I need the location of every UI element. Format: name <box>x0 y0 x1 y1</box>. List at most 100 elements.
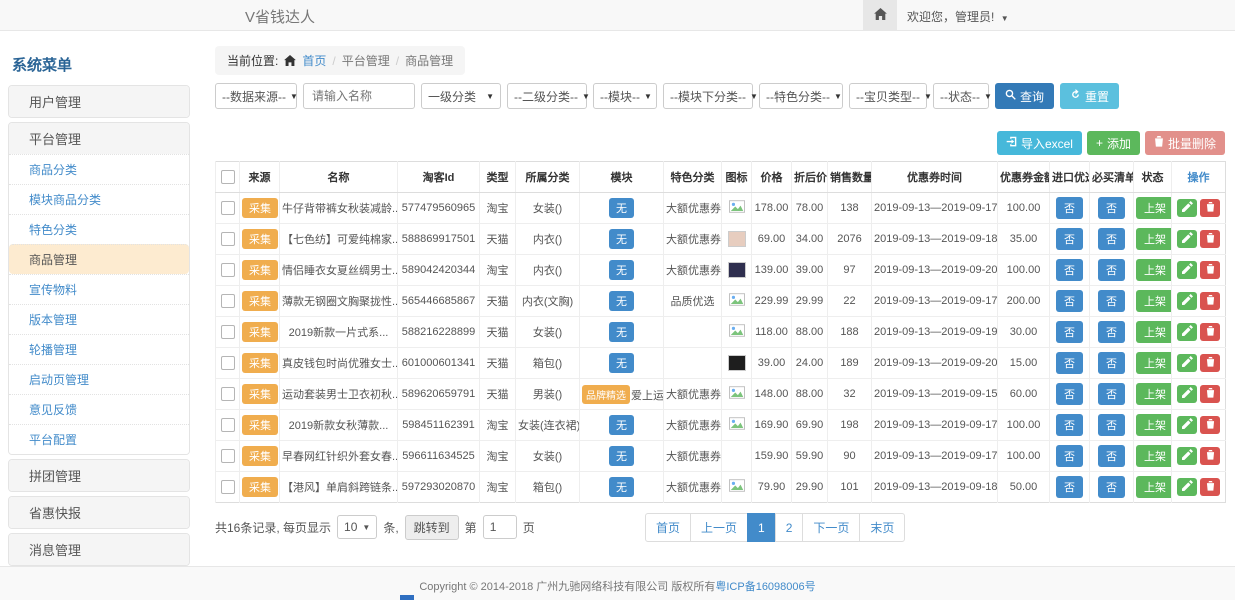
import-toggle-button[interactable]: 否 <box>1056 414 1083 436</box>
edit-button[interactable] <box>1177 354 1197 372</box>
import-toggle-button[interactable]: 否 <box>1056 228 1083 250</box>
import-excel-button[interactable]: 导入excel <box>997 131 1082 155</box>
must-buy-toggle-button[interactable]: 否 <box>1098 445 1125 467</box>
page-prev-button[interactable]: 上一页 <box>690 513 748 542</box>
sidebar-item-platform-config[interactable]: 平台配置 <box>9 424 189 454</box>
row-checkbox[interactable] <box>221 263 235 277</box>
status-button[interactable]: 上架 <box>1136 445 1172 467</box>
sidebar-item-promo-materials[interactable]: 宣传物料 <box>9 274 189 304</box>
edit-button[interactable] <box>1177 230 1197 248</box>
jump-button[interactable]: 跳转到 <box>405 515 459 540</box>
sidebar-item-platform-mgmt[interactable]: 平台管理 <box>9 123 189 154</box>
delete-button[interactable] <box>1200 292 1220 310</box>
import-toggle-button[interactable]: 否 <box>1056 445 1083 467</box>
home-button[interactable] <box>863 0 897 30</box>
import-toggle-button[interactable]: 否 <box>1056 259 1083 281</box>
status-button[interactable]: 上架 <box>1136 197 1172 219</box>
delete-button[interactable] <box>1200 478 1220 496</box>
row-checkbox[interactable] <box>221 294 235 308</box>
feature-category-filter[interactable]: --特色分类--▼ <box>759 83 843 109</box>
status-button[interactable]: 上架 <box>1136 259 1172 281</box>
sidebar-item-group-buy-mgmt[interactable]: 拼团管理 <box>9 460 189 491</box>
import-toggle-button[interactable]: 否 <box>1056 290 1083 312</box>
status-button[interactable]: 上架 <box>1136 290 1172 312</box>
row-checkbox[interactable] <box>221 418 235 432</box>
import-toggle-button[interactable]: 否 <box>1056 352 1083 374</box>
edit-button[interactable] <box>1177 261 1197 279</box>
name-search-input[interactable] <box>303 83 415 109</box>
add-button[interactable]: + 添加 <box>1087 131 1140 155</box>
sidebar-item-saving-express[interactable]: 省惠快报 <box>9 497 189 528</box>
must-buy-toggle-button[interactable]: 否 <box>1098 290 1125 312</box>
import-toggle-button[interactable]: 否 <box>1056 197 1083 219</box>
import-toggle-button[interactable]: 否 <box>1056 383 1083 405</box>
must-buy-toggle-button[interactable]: 否 <box>1098 476 1125 498</box>
row-checkbox[interactable] <box>221 232 235 246</box>
sidebar-item-splash-mgmt[interactable]: 启动页管理 <box>9 364 189 394</box>
edit-button[interactable] <box>1177 385 1197 403</box>
must-buy-toggle-button[interactable]: 否 <box>1098 197 1125 219</box>
must-buy-toggle-button[interactable]: 否 <box>1098 228 1125 250</box>
edit-button[interactable] <box>1177 416 1197 434</box>
status-button[interactable]: 上架 <box>1136 476 1172 498</box>
delete-button[interactable] <box>1200 323 1220 341</box>
source-filter[interactable]: --数据来源--▼ <box>215 83 297 109</box>
page-first-button[interactable]: 首页 <box>645 513 691 542</box>
delete-button[interactable] <box>1200 447 1220 465</box>
delete-button[interactable] <box>1200 385 1220 403</box>
edit-button[interactable] <box>1177 292 1197 310</box>
delete-button[interactable] <box>1200 354 1220 372</box>
import-toggle-button[interactable]: 否 <box>1056 476 1083 498</box>
status-button[interactable]: 上架 <box>1136 414 1172 436</box>
import-toggle-button[interactable]: 否 <box>1056 321 1083 343</box>
status-button[interactable]: 上架 <box>1136 321 1172 343</box>
page-number-button[interactable]: 2 <box>775 513 804 542</box>
sidebar-item-goods-mgmt[interactable]: 商品管理 <box>9 244 189 274</box>
batch-delete-button[interactable]: 批量删除 <box>1145 131 1225 155</box>
sidebar-item-goods-category[interactable]: 商品分类 <box>9 154 189 184</box>
edit-button[interactable] <box>1177 447 1197 465</box>
sidebar-item-feature-category[interactable]: 特色分类 <box>9 214 189 244</box>
row-checkbox[interactable] <box>221 387 235 401</box>
delete-button[interactable] <box>1200 416 1220 434</box>
page-jump-input[interactable] <box>483 515 517 539</box>
row-checkbox[interactable] <box>221 201 235 215</box>
must-buy-toggle-button[interactable]: 否 <box>1098 321 1125 343</box>
level2-category-filter[interactable]: --二级分类--▼ <box>507 83 587 109</box>
module-sub-filter[interactable]: --模块下分类--▼ <box>663 83 753 109</box>
must-buy-toggle-button[interactable]: 否 <box>1098 383 1125 405</box>
sidebar-item-module-goods-category[interactable]: 模块商品分类 <box>9 184 189 214</box>
level1-category-filter[interactable]: 一级分类▼ <box>421 83 501 109</box>
edit-button[interactable] <box>1177 478 1197 496</box>
status-button[interactable]: 上架 <box>1136 228 1172 250</box>
module-filter[interactable]: --模块--▼ <box>593 83 657 109</box>
row-checkbox[interactable] <box>221 325 235 339</box>
item-type-filter[interactable]: --宝贝类型--▼ <box>849 83 927 109</box>
breadcrumb-home-link[interactable]: 首页 <box>302 52 326 69</box>
page-number-button[interactable]: 1 <box>747 513 776 542</box>
row-checkbox[interactable] <box>221 480 235 494</box>
sidebar-item-user-mgmt[interactable]: 用户管理 <box>9 86 189 117</box>
row-checkbox[interactable] <box>221 449 235 463</box>
select-all-checkbox[interactable] <box>221 170 235 184</box>
query-button[interactable]: 查询 <box>995 83 1054 109</box>
sidebar-item-message-mgmt[interactable]: 消息管理 <box>9 534 189 565</box>
page-last-button[interactable]: 末页 <box>859 513 905 542</box>
edit-button[interactable] <box>1177 199 1197 217</box>
edit-button[interactable] <box>1177 323 1197 341</box>
icp-link[interactable]: 粤ICP备16098006号 <box>715 581 815 593</box>
delete-button[interactable] <box>1200 261 1220 279</box>
sidebar-item-carousel-mgmt[interactable]: 轮播管理 <box>9 334 189 364</box>
must-buy-toggle-button[interactable]: 否 <box>1098 259 1125 281</box>
reset-button[interactable]: 重置 <box>1060 83 1119 109</box>
user-menu[interactable]: 欢迎您，管理员! ▼ <box>907 8 1009 25</box>
status-button[interactable]: 上架 <box>1136 383 1172 405</box>
per-page-select[interactable]: 10 ▼ <box>337 515 377 539</box>
delete-button[interactable] <box>1200 199 1220 217</box>
status-filter[interactable]: --状态--▼ <box>933 83 989 109</box>
sidebar-item-version-mgmt[interactable]: 版本管理 <box>9 304 189 334</box>
sidebar-item-feedback[interactable]: 意见反馈 <box>9 394 189 424</box>
must-buy-toggle-button[interactable]: 否 <box>1098 414 1125 436</box>
delete-button[interactable] <box>1200 230 1220 248</box>
status-button[interactable]: 上架 <box>1136 352 1172 374</box>
